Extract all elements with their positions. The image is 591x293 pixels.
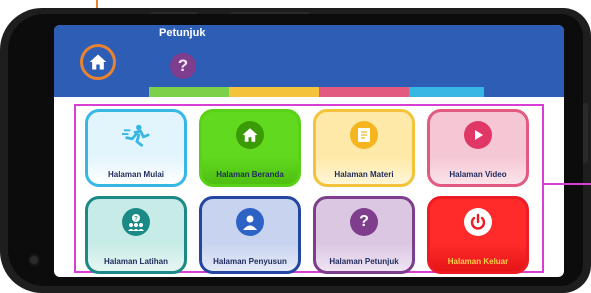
menu-card-label: Halaman Latihan bbox=[103, 257, 168, 266]
annotation-line-right bbox=[544, 183, 591, 185]
menu-card-penyusun[interactable]: Halaman Penyusun bbox=[199, 196, 301, 274]
help-button[interactable]: ? bbox=[170, 53, 196, 79]
nav-help-label: Petunjuk bbox=[159, 27, 206, 39]
header-stripe bbox=[409, 87, 484, 97]
home-icon bbox=[89, 54, 107, 70]
people-question-icon: ? bbox=[122, 208, 150, 236]
menu-card-materi[interactable]: Halaman Materi bbox=[313, 109, 415, 187]
menu-card-mulai[interactable]: Halaman Mulai bbox=[85, 109, 187, 187]
menu-card-label: Halaman Penyusun bbox=[213, 257, 287, 266]
svg-text:?: ? bbox=[134, 217, 138, 223]
question-glyph: ? bbox=[359, 213, 369, 230]
header-stripe bbox=[229, 87, 319, 97]
document-icon bbox=[350, 121, 378, 149]
question-icon: ? bbox=[177, 56, 189, 75]
menu-card-video[interactable]: Halaman Video bbox=[427, 109, 529, 187]
header-stripe bbox=[54, 87, 149, 97]
menu-card-label: Halaman Materi bbox=[334, 170, 394, 179]
play-icon bbox=[464, 121, 492, 149]
phone-camera bbox=[30, 256, 38, 264]
menu-card-label: Halaman Beranda bbox=[216, 170, 284, 179]
menu-card-petunjuk[interactable]: ? Halaman Petunjuk bbox=[313, 196, 415, 274]
question-icon: ? bbox=[350, 208, 378, 236]
menu-card-keluar[interactable]: Halaman Keluar bbox=[427, 196, 529, 274]
header-stripe bbox=[149, 87, 229, 97]
menu-card-label: Halaman Mulai bbox=[107, 170, 164, 179]
user-icon bbox=[236, 208, 264, 236]
header-stripe bbox=[484, 87, 564, 97]
runner-icon bbox=[122, 121, 150, 149]
power-icon bbox=[464, 208, 492, 236]
menu-card-label: Halaman Petunjuk bbox=[329, 257, 399, 266]
home-button[interactable] bbox=[80, 44, 116, 80]
menu-card-latihan[interactable]: ? Halaman Latihan bbox=[85, 196, 187, 274]
app-header bbox=[54, 25, 564, 92]
menu-card-label: Halaman Video bbox=[449, 170, 507, 179]
header-stripe bbox=[319, 87, 409, 97]
home-icon bbox=[236, 121, 264, 149]
menu-card-beranda[interactable]: Halaman Beranda bbox=[199, 109, 301, 187]
menu-card-label: Halaman Keluar bbox=[447, 257, 509, 266]
